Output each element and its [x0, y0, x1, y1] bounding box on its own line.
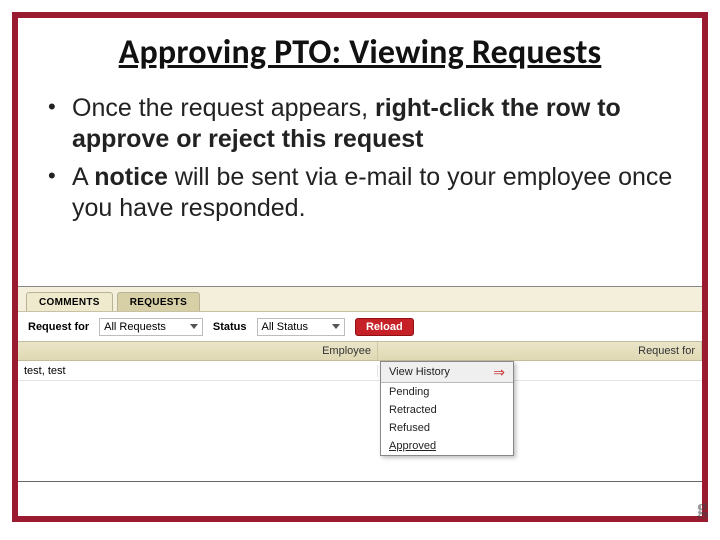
grid-body: test, test Time Off View History ⇒ Pendi…: [18, 361, 702, 481]
tab-strip: COMMENTS REQUESTS: [18, 287, 702, 311]
status-label: Status: [213, 321, 247, 333]
status-dropdown[interactable]: All Status: [257, 318, 345, 336]
slide-title: Approving PTO: Viewing Requests: [40, 32, 680, 73]
arrow-right-icon: ⇒: [493, 365, 505, 379]
request-for-dropdown[interactable]: All Requests: [99, 318, 203, 336]
status-value: All Status: [262, 321, 308, 333]
chevron-down-icon: [190, 324, 198, 329]
reload-button[interactable]: Reload: [355, 318, 414, 336]
table-row[interactable]: test, test Time Off: [18, 361, 702, 381]
bullet-1-pre: Once the request appears,: [72, 94, 375, 122]
bullet-list: Once the request appears, right-click th…: [40, 93, 680, 224]
app-screenshot: COMMENTS REQUESTS Request for All Reques…: [18, 286, 702, 482]
grid-header: Employee Request for: [18, 341, 702, 361]
brand-fragment: g: [697, 494, 708, 520]
menu-view-history-label: View History: [389, 366, 450, 378]
col-request-for[interactable]: Request for: [378, 342, 702, 360]
tab-requests[interactable]: REQUESTS: [117, 292, 200, 311]
filter-bar: Request for All Requests Status All Stat…: [18, 311, 702, 341]
context-menu: View History ⇒ Pending Retracted Refused…: [380, 361, 514, 456]
tab-comments[interactable]: COMMENTS: [26, 292, 113, 311]
chevron-down-icon: [332, 324, 340, 329]
bullet-2-pre: A: [72, 163, 94, 191]
bullet-2: A notice will be sent via e-mail to your…: [46, 162, 680, 225]
menu-approved[interactable]: Approved: [381, 437, 513, 455]
cell-employee: test, test: [18, 365, 378, 377]
request-for-label: Request for: [28, 321, 89, 333]
request-for-value: All Requests: [104, 321, 166, 333]
menu-retracted[interactable]: Retracted: [381, 401, 513, 419]
menu-refused[interactable]: Refused: [381, 419, 513, 437]
bullet-1: Once the request appears, right-click th…: [46, 93, 680, 156]
slide-frame: Approving PTO: Viewing Requests Once the…: [12, 12, 708, 522]
menu-pending[interactable]: Pending: [381, 383, 513, 401]
menu-view-history[interactable]: View History ⇒: [381, 362, 513, 383]
col-employee[interactable]: Employee: [18, 342, 378, 360]
bullet-2-bold: notice: [94, 163, 175, 191]
